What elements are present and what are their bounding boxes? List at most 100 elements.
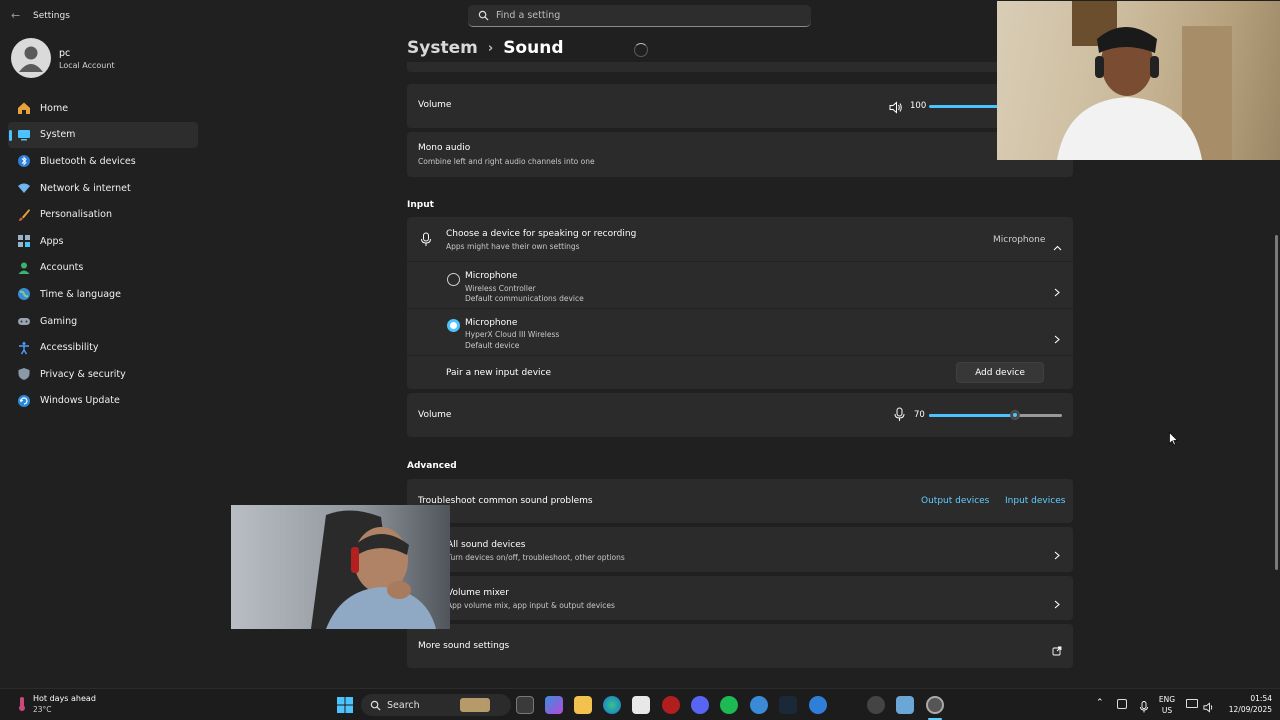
accessibility-icon bbox=[16, 340, 32, 356]
app-icon[interactable] bbox=[867, 696, 885, 714]
clock-date: 12/09/2025 bbox=[1228, 705, 1272, 714]
sidebar-item-gaming[interactable]: Gaming bbox=[8, 308, 198, 335]
sidebar-item-personalisation[interactable]: Personalisation bbox=[8, 201, 198, 228]
settings-gear-icon[interactable] bbox=[926, 696, 944, 714]
search-box[interactable] bbox=[468, 5, 811, 27]
copilot-icon[interactable] bbox=[545, 696, 563, 714]
chevron-up-icon[interactable] bbox=[1053, 236, 1062, 255]
more-sound-settings-card[interactable]: More sound settings bbox=[407, 624, 1073, 668]
discord-icon[interactable] bbox=[691, 696, 709, 714]
all-devices-title: All sound devices bbox=[447, 540, 526, 550]
more-sound-settings-label: More sound settings bbox=[418, 641, 510, 651]
chevron-right-icon bbox=[1054, 594, 1062, 609]
spotify-icon[interactable] bbox=[720, 696, 738, 714]
search-input[interactable] bbox=[496, 10, 796, 21]
input-volume-fill bbox=[929, 414, 1015, 417]
avatar[interactable] bbox=[11, 38, 51, 78]
output-volume-value: 100 bbox=[910, 101, 927, 111]
sidebar-item-network[interactable]: Network & internet bbox=[8, 175, 198, 202]
volume-tray-icon[interactable] bbox=[1203, 698, 1215, 717]
sidebar-item-label: Bluetooth & devices bbox=[40, 155, 136, 167]
clock-time[interactable]: 01:54 bbox=[1222, 694, 1272, 703]
sidebar-item-label: Home bbox=[40, 102, 69, 114]
device-detail: HyperX Cloud III Wireless bbox=[465, 330, 560, 339]
brush-icon bbox=[16, 207, 32, 223]
sidebar-item-accessibility[interactable]: Accessibility bbox=[8, 334, 198, 361]
device-radio[interactable] bbox=[447, 273, 460, 286]
microphone-icon[interactable] bbox=[894, 407, 905, 426]
breadcrumb-parent[interactable]: System bbox=[407, 38, 478, 58]
mono-audio-subtitle: Combine left and right audio channels in… bbox=[418, 157, 595, 166]
sidebar-item-time-language[interactable]: Time & language bbox=[8, 281, 198, 308]
search-icon bbox=[370, 700, 381, 711]
app-icon[interactable] bbox=[896, 696, 914, 714]
microphone-icon bbox=[420, 232, 432, 251]
tray-chevron-up-icon[interactable]: ⌃ bbox=[1096, 698, 1104, 708]
msi-icon[interactable] bbox=[662, 696, 680, 714]
taskbar-search[interactable]: Search bbox=[361, 694, 511, 716]
sidebar-item-label: Accessibility bbox=[40, 342, 99, 354]
network-off-icon[interactable] bbox=[1117, 699, 1127, 709]
sidebar-item-system[interactable]: System bbox=[8, 121, 198, 149]
shield-icon bbox=[16, 366, 32, 382]
scrolled-card-edge bbox=[407, 62, 1073, 72]
all-sound-devices-card[interactable]: All sound devices Turn devices on/off, t… bbox=[407, 527, 1073, 572]
sidebar-item-bluetooth[interactable]: Bluetooth & devices bbox=[8, 148, 198, 175]
choose-input-device-row[interactable]: Choose a device for speaking or recordin… bbox=[407, 217, 1073, 262]
app-title: Settings bbox=[33, 11, 70, 21]
sidebar-item-windows-update[interactable]: Windows Update bbox=[8, 388, 198, 415]
globe-icon bbox=[16, 286, 32, 302]
taskbar: Hot days ahead 23°C Search ⌃ ENG US 01:5… bbox=[0, 688, 1280, 720]
sidebar-item-label: Time & language bbox=[40, 288, 121, 300]
device-radio-selected[interactable] bbox=[447, 319, 460, 332]
input-volume-label: Volume bbox=[418, 410, 452, 420]
input-volume-thumb[interactable] bbox=[1009, 410, 1020, 420]
display-icon[interactable] bbox=[1186, 699, 1198, 708]
sidebar-item-label: Windows Update bbox=[40, 395, 120, 407]
troubleshoot-card: Troubleshoot common sound problems Outpu… bbox=[407, 479, 1073, 523]
sidebar-item-apps[interactable]: Apps bbox=[8, 228, 198, 255]
sidebar-item-privacy[interactable]: Privacy & security bbox=[8, 361, 198, 388]
output-volume-card: Volume 100 bbox=[407, 84, 1073, 128]
edge-icon[interactable] bbox=[603, 696, 621, 714]
wifi-icon bbox=[16, 180, 32, 196]
weather-title[interactable]: Hot days ahead bbox=[33, 694, 96, 703]
sidebar-item-accounts[interactable]: Accounts bbox=[8, 255, 198, 282]
choose-device-title: Choose a device for speaking or recordin… bbox=[446, 229, 637, 239]
breadcrumb: System › Sound bbox=[407, 38, 563, 58]
weather-temp: 23°C bbox=[33, 705, 52, 714]
sidebar-item-home[interactable]: Home bbox=[8, 95, 198, 122]
volume-mixer-card[interactable]: Volume mixer App volume mix, app input &… bbox=[407, 576, 1073, 620]
profile-name: pc bbox=[59, 48, 71, 59]
language-top[interactable]: ENG bbox=[1157, 695, 1177, 704]
speaker-icon[interactable] bbox=[889, 99, 903, 118]
back-arrow-icon[interactable]: ← bbox=[11, 9, 20, 22]
taskbar-search-label: Search bbox=[387, 699, 420, 711]
add-device-button[interactable]: Add device bbox=[956, 362, 1044, 383]
browser-icon[interactable] bbox=[750, 696, 768, 714]
search-highlight-icon bbox=[459, 698, 490, 712]
mono-audio-card[interactable]: Mono audio Combine left and right audio … bbox=[407, 132, 1073, 177]
start-icon[interactable] bbox=[337, 697, 353, 717]
sidebar-item-label: Gaming bbox=[40, 315, 78, 327]
sidebar-item-label: Personalisation bbox=[40, 209, 112, 221]
input-device-row[interactable]: Microphone HyperX Cloud III Wireless Def… bbox=[407, 310, 1073, 356]
output-volume-slider[interactable] bbox=[929, 105, 999, 108]
input-volume-value: 70 bbox=[914, 410, 925, 420]
pair-input-device-label: Pair a new input device bbox=[446, 368, 552, 378]
steam-icon[interactable] bbox=[779, 696, 797, 714]
mono-audio-title: Mono audio bbox=[418, 143, 471, 153]
weather-icon[interactable] bbox=[14, 696, 30, 716]
tray-microphone-icon[interactable] bbox=[1140, 698, 1148, 717]
store-icon[interactable] bbox=[632, 696, 650, 714]
output-devices-link[interactable]: Output devices bbox=[921, 496, 989, 506]
scrollbar-thumb[interactable] bbox=[1275, 235, 1278, 570]
system-icon bbox=[16, 127, 32, 143]
task-view-icon[interactable] bbox=[516, 696, 534, 714]
input-device-row[interactable]: Microphone Wireless Controller Default c… bbox=[407, 263, 1073, 309]
chevron-right-icon bbox=[1054, 545, 1062, 560]
input-devices-link[interactable]: Input devices bbox=[1005, 496, 1065, 506]
mixer-title: Volume mixer bbox=[447, 588, 509, 598]
app-icon[interactable] bbox=[809, 696, 827, 714]
file-explorer-icon[interactable] bbox=[574, 696, 592, 714]
